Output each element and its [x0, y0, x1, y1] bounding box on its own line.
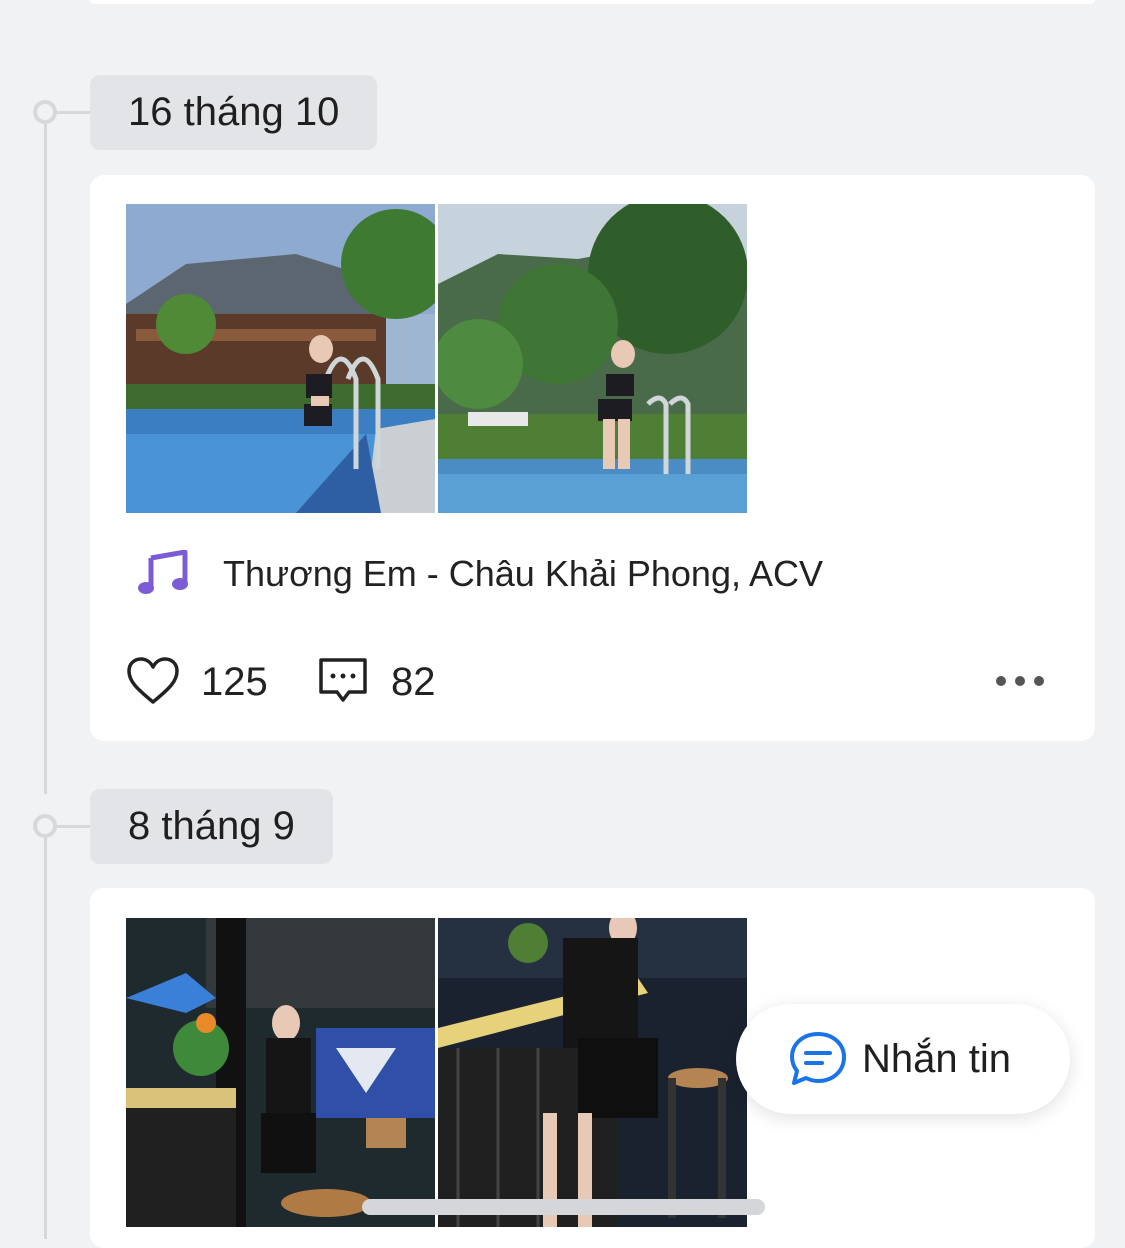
- timeline-line: [44, 124, 47, 794]
- night-bar-image: [438, 918, 747, 1227]
- music-title[interactable]: Thương Em - Châu Khải Phong, ACV: [223, 550, 823, 598]
- chat-bubble-icon: [788, 1030, 848, 1093]
- timeline-connector: [56, 825, 90, 828]
- date-chip: 16 tháng 10: [90, 75, 378, 150]
- comment-count: 82: [391, 660, 436, 704]
- horizontal-scrollbar[interactable]: [362, 1199, 765, 1215]
- comment-icon[interactable]: [317, 656, 369, 711]
- pool-garden-image: [438, 204, 747, 513]
- music-note-icon: [137, 549, 189, 601]
- message-button-label: Nhắn tin: [862, 1037, 1011, 1081]
- post-photo[interactable]: [126, 918, 435, 1227]
- post-photo[interactable]: [438, 918, 747, 1227]
- pool-house-image: [126, 204, 435, 513]
- post-photo[interactable]: [438, 204, 747, 513]
- timeline-node: [33, 814, 57, 838]
- night-cafe-image: [126, 918, 435, 1227]
- heart-icon[interactable]: [126, 656, 180, 711]
- post-photo[interactable]: [126, 204, 435, 513]
- message-button[interactable]: Nhắn tin: [736, 1004, 1070, 1114]
- more-icon[interactable]: [996, 676, 1044, 686]
- date-chip: 8 tháng 9: [90, 789, 333, 864]
- like-count: 125: [201, 660, 268, 704]
- timeline-connector: [56, 111, 90, 114]
- timeline-line: [44, 838, 47, 1239]
- previous-card-edge: [90, 0, 1095, 4]
- timeline-node: [33, 100, 57, 124]
